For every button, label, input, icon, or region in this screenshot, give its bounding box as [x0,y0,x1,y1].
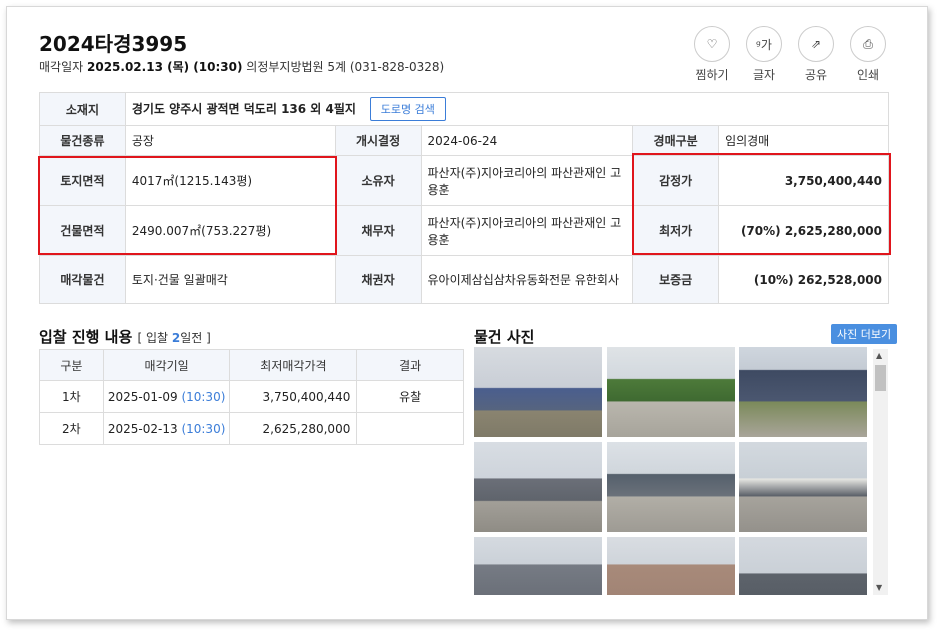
bid-history-table: 구분 매각기일 최저매각가격 결과 1차 2025-01-09 (10:30) … [39,349,464,445]
property-photo-9[interactable] [739,537,867,595]
photo-grid [474,347,873,595]
sale-date-line: 매각일자 2025.02.13 (목) (10:30) 의정부지방법원 5계 (… [39,58,444,75]
heart-icon: ♡ [694,26,730,62]
share-icon: ⇗ [798,26,834,62]
round-cell: 1차 [39,380,104,413]
table-row: 1차 2025-01-09 (10:30) 3,750,400,440 유찰 [39,380,464,413]
price-highlight-box [632,153,891,255]
font-size-button[interactable]: ᵍ가 글자 [742,26,786,83]
sale-date-label: 매각일자 [39,60,84,74]
type-value: 공장 [124,125,336,156]
property-photo-7[interactable] [474,537,602,595]
location-value: 경기도 양주시 광적면 덕도리 136 외 4필지 [131,102,356,116]
property-photo-2[interactable] [607,347,735,437]
owner-value: 파산자(주)지아코리아의 파산관재인 고용훈 [420,155,634,206]
more-photos-button[interactable]: 사진 더보기 [831,324,898,344]
col-header-date: 매각기일 [102,349,231,381]
area-highlight-box [38,156,337,255]
print-icon: ⎙ [850,26,886,62]
font-size-label: 글자 [752,68,776,82]
debtor-value: 파산자(주)지아코리아의 파산관재인 고용훈 [420,205,634,256]
owner-label: 소유자 [334,155,422,206]
property-photo-8[interactable] [607,537,735,595]
print-label: 인쇄 [856,68,880,82]
bid-title: 입찰 진행 내용 [39,328,133,346]
property-photo-6[interactable] [739,442,867,532]
round-cell: 2차 [39,412,104,445]
font-size-icon: ᵍ가 [746,26,782,62]
print-button[interactable]: ⎙ 인쇄 [846,26,890,83]
road-address-search-button[interactable]: 도로명 검색 [369,97,446,121]
property-photo-4[interactable] [474,442,602,532]
property-photo-1[interactable] [474,347,602,437]
favorite-label: 찜하기 [695,68,729,82]
date-cell: 2025-01-09 (10:30) [102,380,231,413]
toolbar: ♡ 찜하기 ᵍ가 글자 ⇗ 공유 ⎙ 인쇄 [690,26,890,86]
share-label: 공유 [804,68,828,82]
start-label: 개시결정 [334,125,422,156]
deposit-label: 보증금 [632,255,720,304]
col-header-result: 결과 [356,349,464,381]
bid-section-title: 입찰 진행 내용 [ 입찰 2일전 ] [39,326,211,347]
favorite-button[interactable]: ♡ 찜하기 [690,26,734,83]
case-number-title: 2024타경3995 [39,32,188,56]
share-button[interactable]: ⇗ 공유 [794,26,838,83]
price-cell: 3,750,400,440 [229,380,358,413]
result-cell [356,412,464,445]
auction-kind-value: 임의경매 [718,125,889,156]
deposit-value: (10%) 262,528,000 [718,255,889,304]
price-cell: 2,625,280,000 [229,412,358,445]
date-cell: 2025-02-13 (10:30) [102,412,231,445]
sale-item-value: 토지·건물 일괄매각 [124,255,336,304]
debtor-label: 채무자 [334,205,422,256]
col-header-price: 최저매각가격 [229,349,358,381]
sale-date: 2025.02.13 (목) (10:30) [87,60,243,74]
creditor-value: 유아이제삼십삼차유동화전문 유한회사 [420,255,634,304]
scrollbar-thumb[interactable] [875,365,886,391]
photo-section-title: 물건 사진 [474,328,535,346]
bid-dday: [ 입찰 2일전 ] [137,331,211,345]
property-photo-5[interactable] [607,442,735,532]
property-photo-3[interactable] [739,347,867,437]
auction-kind-label: 경매구분 [632,125,720,156]
type-label: 물건종류 [39,125,126,156]
result-cell: 유찰 [356,380,464,413]
creditor-label: 채권자 [334,255,422,304]
scroll-up-arrow-icon[interactable]: ▲ [876,351,882,360]
location-cell: 경기도 양주시 광적면 덕도리 136 외 4필지 도로명 검색 [124,92,890,126]
location-label: 소재지 [39,92,126,126]
sale-item-label: 매각물건 [39,255,126,304]
scroll-down-arrow-icon[interactable]: ▼ [876,583,882,592]
col-header-round: 구분 [39,349,104,381]
table-row: 2차 2025-02-13 (10:30) 2,625,280,000 [39,412,464,445]
start-value: 2024-06-24 [420,125,634,156]
bid-dday-number: 2 [171,331,181,345]
court-info: 의정부지방법원 5계 (031-828-0328) [246,60,445,74]
photo-scrollbar[interactable]: ▲ ▼ [873,349,888,595]
